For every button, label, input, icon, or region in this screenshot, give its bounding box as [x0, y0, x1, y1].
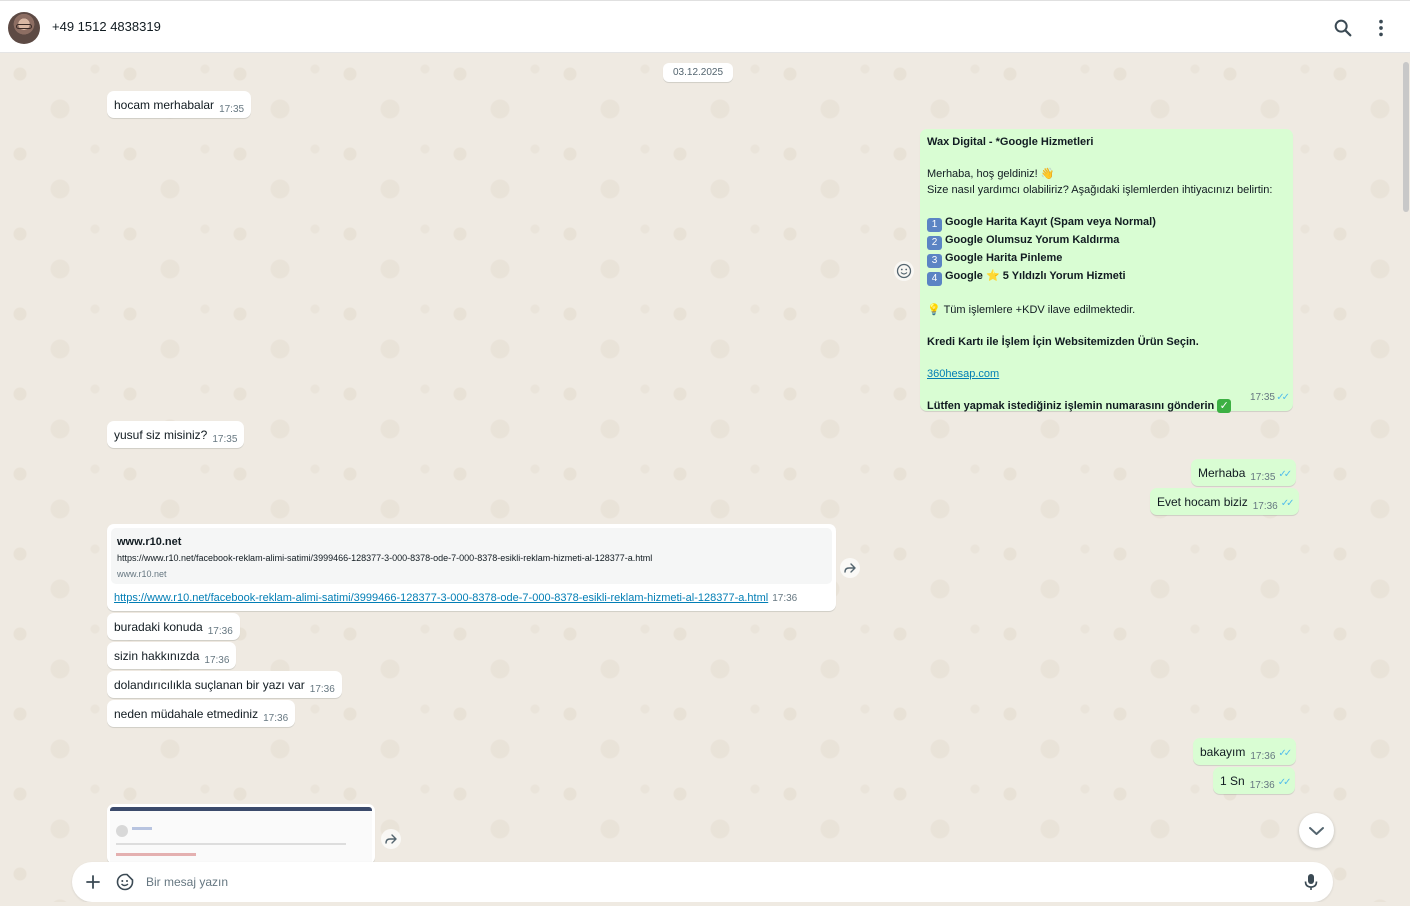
auto-reply-question: Size nasıl yardımcı olabiliriz? Aşağıdak… — [927, 184, 1273, 196]
message-outgoing-auto-reply[interactable]: Wax Digital - *Google Hizmetleri Merhaba… — [920, 129, 1293, 413]
contact-avatar[interactable] — [8, 12, 40, 44]
avatar-detail — [16, 24, 32, 29]
link-preview-card[interactable]: www.r10.net https://www.r10.net/facebook… — [111, 528, 832, 584]
message-time: 17:36 — [1249, 780, 1275, 791]
keycap-one-icon: 1 — [927, 218, 942, 232]
message-incoming[interactable]: buradaki konuda 17:36 — [107, 613, 240, 640]
message-outgoing[interactable]: Merhaba 17:35 ✓✓ — [1191, 459, 1297, 486]
message-text: Evet hocam biziz — [1157, 495, 1248, 509]
message-text: yusuf siz misiniz? — [114, 428, 208, 442]
message-incoming[interactable]: hocam merhabalar 17:35 — [107, 91, 252, 118]
auto-reply-title: Wax Digital - *Google Hizmetleri — [927, 136, 1094, 148]
option-label: Google Harita Kayıt (Spam veya Normal) — [945, 216, 1156, 228]
chat-header: +49 1512 4838319 — [0, 0, 1410, 53]
message-text: bakayım — [1200, 745, 1246, 759]
image-detail — [116, 843, 346, 845]
message-time: 17:35 — [212, 434, 238, 445]
keycap-four-icon: 4 — [927, 272, 942, 286]
link-preview-domain: www.r10.net — [117, 569, 167, 579]
message-text: sizin hakkınızda — [114, 649, 200, 663]
message-composer — [72, 862, 1333, 902]
search-icon[interactable] — [1332, 17, 1354, 39]
message-incoming-image[interactable] — [107, 804, 375, 864]
option-label-post: 5 Yıldızlı Yorum Hizmeti — [1002, 270, 1126, 282]
image-thumbnail[interactable] — [110, 807, 372, 864]
image-detail — [116, 853, 196, 856]
message-time: 17:35 — [1249, 392, 1275, 403]
message-text: 1 Sn — [1220, 774, 1245, 788]
image-detail — [132, 827, 152, 830]
message-time: 17:35 — [1250, 472, 1276, 483]
read-ticks-icon: ✓✓ — [1277, 777, 1292, 788]
message-time: 17:36 — [1250, 751, 1276, 762]
date-separator: 03.12.2025 — [663, 63, 734, 82]
link-preview-url: https://www.r10.net/facebook-reklam-alim… — [117, 553, 653, 563]
microphone-icon[interactable] — [1300, 871, 1322, 893]
check-mark-icon: ✓ — [1217, 399, 1232, 413]
message-time: 17:36 — [772, 593, 798, 604]
sticker-icon[interactable] — [114, 871, 136, 893]
read-ticks-icon: ✓✓ — [1280, 498, 1295, 509]
message-text: dolandırıcılıkla suçlanan bir yazı var — [114, 678, 305, 692]
kebab-menu-icon[interactable] — [1370, 17, 1392, 39]
message-text: Merhaba — [1198, 466, 1246, 480]
message-outgoing[interactable]: 1 Sn 17:36 ✓✓ — [1213, 767, 1296, 794]
chevron-down-icon[interactable] — [1299, 813, 1334, 848]
bottom-strip — [0, 902, 1410, 906]
option-label: Google Harita Pinleme — [945, 252, 1063, 264]
message-incoming[interactable]: yusuf siz misiniz? 17:35 — [107, 421, 245, 448]
message-outgoing[interactable]: Evet hocam biziz 17:36 ✓✓ — [1150, 488, 1299, 515]
message-time: 17:36 — [1252, 501, 1278, 512]
message-incoming[interactable]: neden müdahale etmediniz 17:36 — [107, 700, 296, 727]
message-time: 17:36 — [263, 713, 289, 724]
message-text: hocam merhabalar — [114, 98, 215, 112]
contact-name[interactable]: +49 1512 4838319 — [52, 19, 161, 34]
forward-icon[interactable] — [381, 829, 401, 849]
message-incoming-link[interactable]: www.r10.net https://www.r10.net/facebook… — [107, 524, 836, 611]
smiley-icon[interactable] — [894, 261, 914, 281]
message-link[interactable]: https://www.r10.net/facebook-reklam-alim… — [114, 592, 768, 604]
message-text: buradaki konuda — [114, 620, 203, 634]
option-label-pre: Google — [945, 270, 983, 282]
website-link[interactable]: 360hesap.com — [927, 368, 999, 380]
card-note: Kredi Kartı ile İşlem İçin Websitemizden… — [927, 336, 1199, 348]
message-incoming[interactable]: dolandırıcılıkla suçlanan bir yazı var 17… — [107, 671, 342, 698]
message-time: 17:36 — [207, 626, 233, 637]
message-time: 17:36 — [204, 655, 230, 666]
image-detail — [116, 825, 128, 837]
link-preview-title: www.r10.net — [117, 536, 182, 548]
keycap-two-icon: 2 — [927, 236, 942, 250]
auto-reply-greeting: Merhaba, hoş geldiniz! — [927, 168, 1038, 180]
closing-text: Lütfen yapmak istediğiniz işlemin numara… — [927, 400, 1215, 412]
read-ticks-icon: ✓✓ — [1278, 748, 1292, 759]
message-outgoing[interactable]: bakayım 17:36 ✓✓ — [1193, 738, 1297, 765]
message-text: neden müdahale etmediniz — [114, 707, 259, 721]
read-ticks-icon: ✓✓ — [1278, 469, 1292, 480]
waving-hand-icon: 👋 — [1040, 168, 1055, 180]
chat-scrollbar[interactable] — [1402, 54, 1410, 854]
message-incoming[interactable]: sizin hakkınızda 17:36 — [107, 642, 237, 669]
keycap-three-icon: 3 — [927, 254, 942, 268]
message-time: 17:35 — [219, 104, 245, 115]
read-ticks-icon: ✓✓ — [1276, 392, 1290, 403]
option-label: Google Olumsuz Yorum Kaldırma — [945, 234, 1120, 246]
forward-icon[interactable] — [840, 558, 860, 578]
message-input[interactable] — [146, 862, 1276, 902]
plus-icon[interactable] — [82, 871, 104, 893]
scrollbar-thumb[interactable] — [1403, 62, 1409, 212]
message-time: 17:36 — [309, 684, 335, 695]
lightbulb-icon: 💡 — [927, 304, 941, 316]
star-icon: ⭐ — [985, 270, 1000, 282]
kdv-note: Tüm işlemlere +KDV ilave edilmektedir. — [943, 304, 1136, 316]
